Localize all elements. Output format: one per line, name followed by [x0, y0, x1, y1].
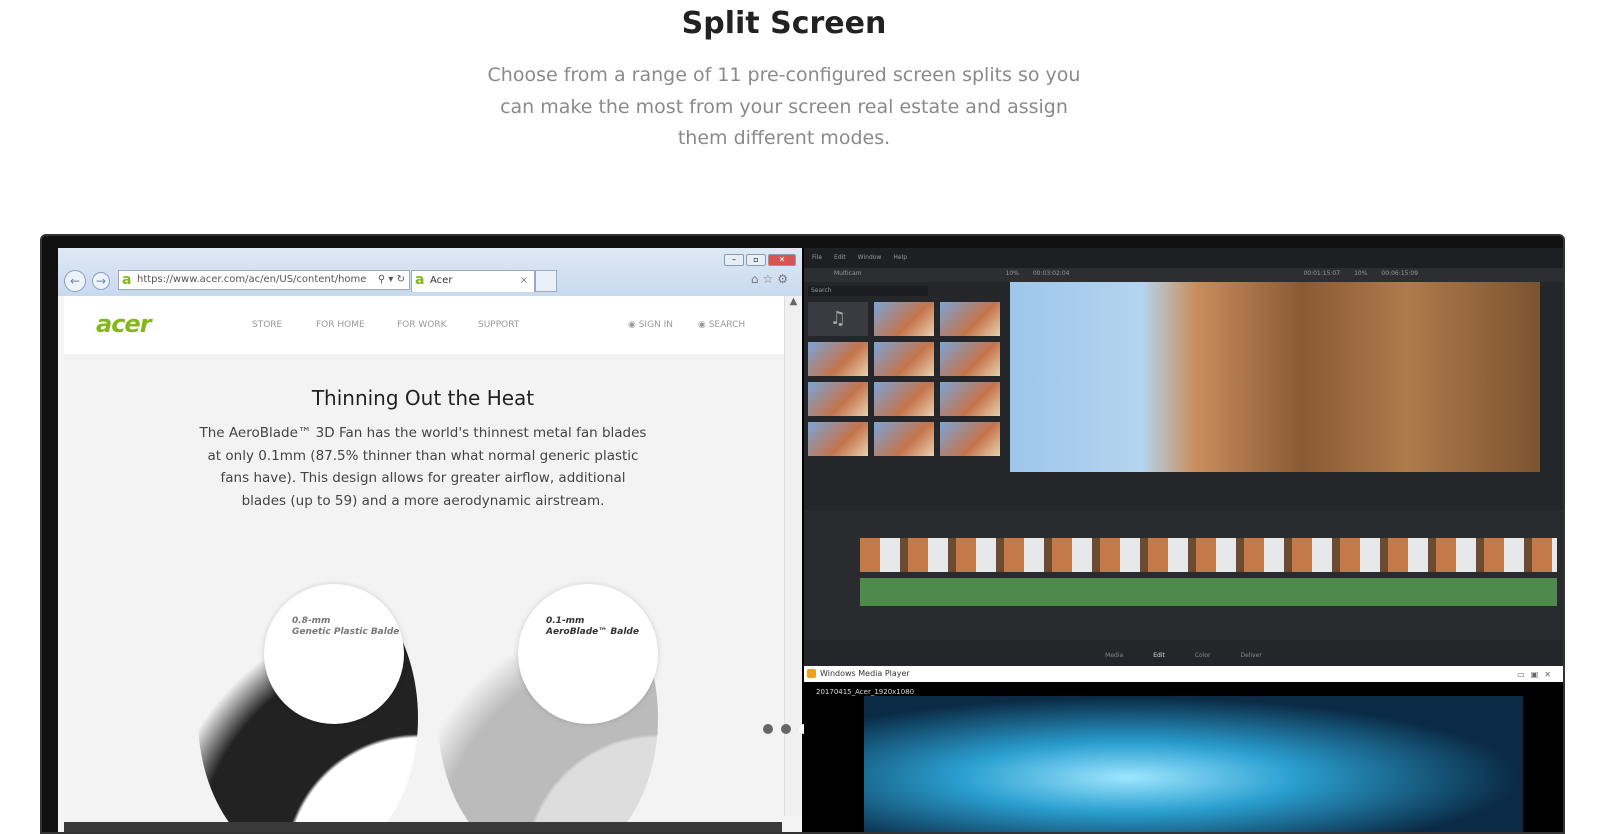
audio-track[interactable]	[860, 578, 1557, 606]
carousel-dot[interactable]	[763, 724, 773, 734]
site-footer-bar	[64, 822, 782, 832]
clip-thumbnail[interactable]	[874, 342, 934, 376]
site-header: acer STORE FOR HOME FOR WORK SUPPORT ◉ S…	[64, 296, 784, 354]
tab-edit[interactable]: Edit	[1153, 652, 1165, 666]
zoom-left[interactable]: 10%	[1006, 270, 1019, 280]
page-title: Split Screen	[681, 6, 887, 41]
nav-for-home[interactable]: FOR HOME	[316, 320, 365, 330]
nav-support[interactable]: SUPPORT	[478, 320, 519, 330]
window-controls[interactable]: ▭▣✕	[1517, 667, 1557, 683]
sign-in-link[interactable]: ◉ SIGN IN	[628, 320, 673, 330]
bin-name[interactable]: Multicam	[834, 270, 862, 280]
forward-icon[interactable]: →	[92, 272, 110, 290]
nav-store[interactable]: STORE	[252, 320, 282, 330]
address-bar[interactable]: a https://www.acer.com/ac/en/US/content/h…	[118, 270, 410, 290]
music-clip-icon[interactable]: ♫	[808, 302, 868, 336]
timeline-timecode: 00:01:15:07	[1303, 270, 1341, 277]
clip-thumbnail[interactable]	[874, 382, 934, 416]
media-player-window: Windows Media Player ▭▣✕ 20170415_Acer_19…	[804, 666, 1563, 832]
url-text: https://www.acer.com/ac/en/US/content/ho…	[137, 274, 367, 285]
acer-favicon: a	[415, 272, 425, 288]
file-name: 20170415_Acer_1920x1080	[816, 688, 915, 696]
page-description: Choose from a range of 11 pre-configured…	[487, 64, 1081, 149]
video-editor-window: File Edit Window Help Multicam 10% 00:03…	[804, 248, 1563, 666]
video-frame[interactable]	[864, 696, 1523, 832]
minimize-button[interactable]: –	[724, 254, 744, 266]
callout-label: AeroBlade™ Balde	[546, 627, 639, 637]
plastic-blade-callout: 0.8-mm Genetic Plastic Balde	[264, 584, 404, 724]
close-button[interactable]: ✕	[768, 254, 796, 266]
editor-toolbar: Multicam 10% 00:03:02:04 00:01:15:07 10%…	[804, 268, 1563, 282]
page-tabs: Media Edit Color Deliver	[804, 644, 1563, 666]
clip-thumbnail[interactable]	[808, 382, 868, 416]
close-tab-icon[interactable]: ×	[520, 271, 528, 291]
monitor-screen: – ▫ ✕ ← → a https://www.acer.com/ac/en/US…	[58, 248, 1563, 832]
home-star-gear-icon[interactable]: ⌂☆⚙	[751, 272, 792, 286]
clip-thumbnail[interactable]	[808, 422, 868, 456]
browser-tab[interactable]: a Acer ×	[411, 270, 535, 292]
media-player-titlebar: Windows Media Player ▭▣✕	[804, 666, 1563, 682]
monitor-image: – ▫ ✕ ← → a https://www.acer.com/ac/en/US…	[40, 234, 1565, 834]
sign-in-label: SIGN IN	[638, 320, 674, 330]
media-player-title: Windows Media Player	[820, 669, 910, 678]
back-icon[interactable]: ←	[64, 270, 86, 292]
menu-window[interactable]: Window	[858, 254, 882, 262]
clip-thumbnail[interactable]	[940, 382, 1000, 416]
callout-label: Genetic Plastic Balde	[292, 627, 400, 637]
media-pool: ♫	[808, 302, 1004, 456]
callout-label: 0.8-mm	[292, 616, 331, 626]
carousel-dot[interactable]	[781, 724, 791, 734]
acer-favicon: a	[122, 272, 132, 288]
zoom-right[interactable]: 10%	[1354, 270, 1367, 280]
tab-media[interactable]: Media	[1105, 652, 1123, 666]
source-timecode: 00:03:02:04	[1032, 270, 1070, 277]
clip-thumbnail[interactable]	[940, 342, 1000, 376]
article-body: The AeroBlade™ 3D Fan has the world's th…	[199, 425, 647, 509]
search-refresh-icon[interactable]: ⚲ ▾ ↻	[378, 271, 405, 289]
maximize-button[interactable]: ▫	[746, 254, 766, 266]
tab-deliver[interactable]: Deliver	[1240, 652, 1261, 666]
carousel-dots	[763, 724, 809, 734]
clip-thumbnail[interactable]	[940, 422, 1000, 456]
search-link[interactable]: ◉ SEARCH	[698, 320, 745, 330]
clip-thumbnail[interactable]	[940, 302, 1000, 336]
acer-logo[interactable]: acer	[96, 310, 152, 338]
scrollbar[interactable]: ▲	[784, 296, 802, 816]
duration-timecode: 00:06:15:09	[1381, 270, 1419, 277]
video-track[interactable]	[860, 538, 1557, 572]
article-title: Thinning Out the Heat	[311, 386, 535, 410]
media-search-input[interactable]: Search	[808, 286, 928, 296]
menu-file[interactable]: File	[812, 254, 822, 262]
window-controls: – ▫ ✕	[724, 254, 796, 266]
media-player-icon	[807, 669, 816, 678]
clip-thumbnail[interactable]	[874, 422, 934, 456]
aeroblade-callout: 0.1-mm AeroBlade™ Balde	[518, 584, 658, 724]
menu-edit[interactable]: Edit	[834, 254, 846, 262]
callout-label: 0.1-mm	[546, 616, 585, 626]
search-label: SEARCH	[708, 320, 746, 330]
tab-color[interactable]: Color	[1195, 652, 1211, 666]
menu-help[interactable]: Help	[893, 254, 907, 262]
timeline[interactable]	[804, 510, 1563, 640]
tab-label: Acer	[430, 275, 453, 286]
editor-menubar: File Edit Window Help	[804, 248, 1563, 268]
browser-chrome: – ▫ ✕ ← → a https://www.acer.com/ac/en/US…	[58, 248, 802, 296]
video-viewer[interactable]	[1010, 282, 1540, 472]
clip-thumbnail[interactable]	[808, 342, 868, 376]
new-tab-button[interactable]	[535, 270, 557, 292]
browser-window: – ▫ ✕ ← → a https://www.acer.com/ac/en/US…	[58, 248, 802, 832]
clip-thumbnail[interactable]	[874, 302, 934, 336]
nav-for-work[interactable]: FOR WORK	[397, 320, 447, 330]
